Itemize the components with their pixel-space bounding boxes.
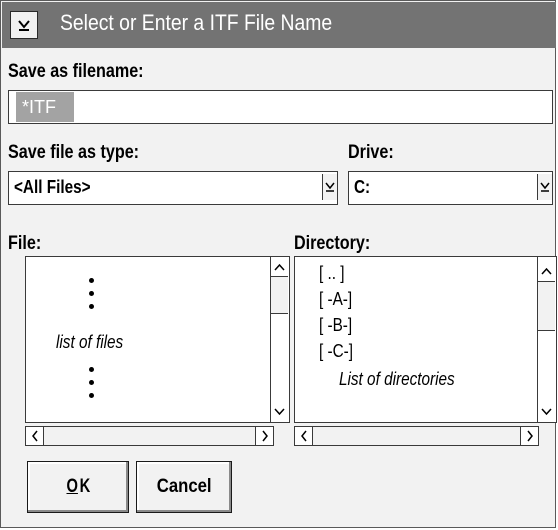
directory-item[interactable]: [ -A-]	[319, 289, 352, 310]
file-type-dropdown-button[interactable]	[322, 174, 337, 200]
arrow-right-icon	[261, 430, 268, 442]
file-type-value: <All Files>	[14, 177, 91, 197]
ellipsis-dot	[89, 278, 94, 283]
arrow-right-icon	[526, 430, 533, 442]
title-bar[interactable]: Select or Enter a ITF File Name	[2, 2, 556, 48]
directory-item[interactable]: [ -B-]	[319, 315, 352, 336]
directory-scroll-right-button[interactable]	[520, 427, 538, 445]
file-scroll-up-button[interactable]	[271, 259, 288, 276]
directory-scroll-thumb[interactable]	[538, 281, 555, 331]
directory-scroll-up-button[interactable]	[538, 263, 555, 280]
ellipsis-dot	[89, 304, 94, 309]
ok-button[interactable]: OK	[27, 461, 129, 513]
directory-item[interactable]: [ -C-]	[319, 341, 353, 362]
ellipsis-dot	[89, 393, 94, 398]
drive-label: Drive:	[348, 142, 394, 163]
ok-label-rest: K	[79, 476, 90, 497]
arrow-down-icon	[274, 408, 285, 416]
cancel-label: Cancel	[156, 476, 212, 497]
drive-value: C:	[354, 177, 371, 197]
directory-label: Directory:	[294, 233, 371, 254]
file-label: File:	[8, 233, 42, 254]
system-menu-icon	[18, 20, 30, 31]
ellipsis-dot	[89, 367, 94, 372]
arrow-left-icon	[300, 430, 307, 442]
ellipsis-dot	[89, 380, 94, 385]
ok-mnemonic: O	[66, 476, 78, 497]
directory-listbox[interactable]: [ .. ] [ -A-] [ -B-] [ -C-] List of dire…	[294, 256, 557, 423]
directory-scroll-down-button[interactable]	[538, 403, 555, 420]
drive-dropdown-button[interactable]	[537, 174, 552, 200]
arrow-up-icon	[541, 267, 552, 275]
filename-input[interactable]: *ITF	[8, 90, 553, 124]
cancel-button[interactable]: Cancel	[136, 461, 232, 513]
save-as-label: Save as filename:	[8, 61, 144, 82]
filename-value: *ITF	[16, 92, 74, 122]
directory-scroll-left-button[interactable]	[295, 427, 313, 445]
file-scroll-thumb[interactable]	[271, 276, 288, 314]
file-list-placeholder: list of files	[56, 332, 124, 352]
file-horizontal-scrollbar[interactable]	[25, 426, 274, 446]
directory-horizontal-scrollbar[interactable]	[294, 426, 539, 446]
directory-vertical-scrollbar[interactable]	[537, 257, 556, 422]
system-menu-button[interactable]	[10, 11, 38, 39]
window-title: Select or Enter a ITF File Name	[60, 10, 333, 35]
directory-item[interactable]: [ .. ]	[319, 263, 345, 284]
directory-list-placeholder: List of directories	[339, 369, 455, 389]
file-scroll-right-button[interactable]	[255, 427, 273, 445]
file-listbox[interactable]: list of files	[25, 256, 290, 423]
file-type-select[interactable]: <All Files>	[8, 171, 338, 205]
file-scroll-left-button[interactable]	[26, 427, 44, 445]
chevron-down-icon	[540, 182, 550, 192]
arrow-down-icon	[541, 408, 552, 416]
drive-select[interactable]: C:	[348, 171, 553, 205]
ok-label: OK	[65, 476, 90, 498]
ellipsis-dot	[89, 291, 94, 296]
file-scroll-down-button[interactable]	[271, 403, 288, 420]
arrow-up-icon	[274, 263, 285, 271]
file-dialog: Select or Enter a ITF File Name Save as …	[0, 0, 557, 528]
chevron-down-icon	[325, 182, 335, 192]
file-vertical-scrollbar[interactable]	[270, 257, 289, 422]
file-type-label: Save file as type:	[8, 142, 140, 163]
arrow-left-icon	[31, 430, 38, 442]
